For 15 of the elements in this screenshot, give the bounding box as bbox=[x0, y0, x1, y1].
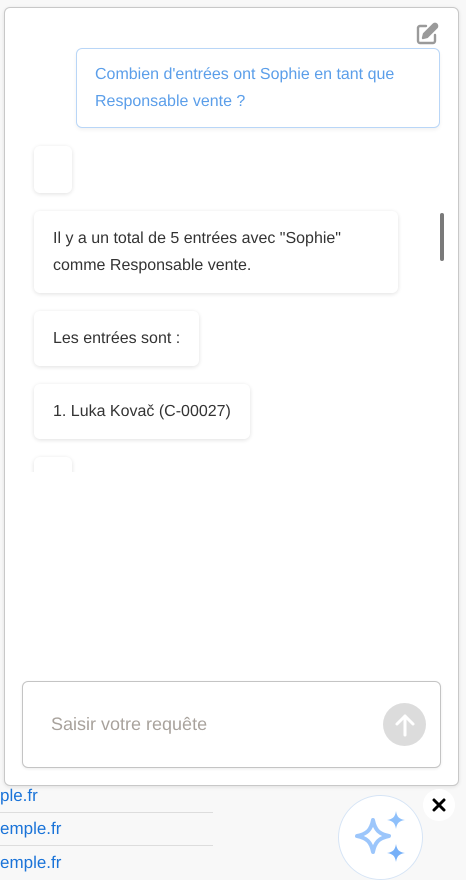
close-button[interactable] bbox=[423, 789, 455, 821]
email-link[interactable]: ple.fr bbox=[0, 787, 38, 805]
close-icon bbox=[432, 798, 446, 812]
assistant-message: Les entrées sont : bbox=[34, 311, 200, 366]
query-input[interactable]: Saisir votre requête bbox=[22, 681, 441, 768]
arrow-up-icon bbox=[394, 712, 416, 736]
user-message: Combien d'entrées ont Sophie en tant que Responsable vente ? bbox=[76, 48, 440, 128]
scrollbar[interactable] bbox=[440, 213, 444, 261]
query-text-input[interactable]: Saisir votre requête bbox=[51, 711, 383, 738]
assistant-message: 1. Luka Kovač (C-00027) bbox=[34, 384, 250, 439]
email-link[interactable]: emple.fr bbox=[0, 854, 62, 872]
email-link[interactable]: emple.fr bbox=[0, 820, 62, 838]
edit-icon[interactable] bbox=[415, 22, 439, 46]
send-button[interactable] bbox=[383, 703, 426, 746]
assistant-message: Il y a un total de 5 entrées avec "Sophie" comme Responsable vente. bbox=[34, 211, 398, 293]
